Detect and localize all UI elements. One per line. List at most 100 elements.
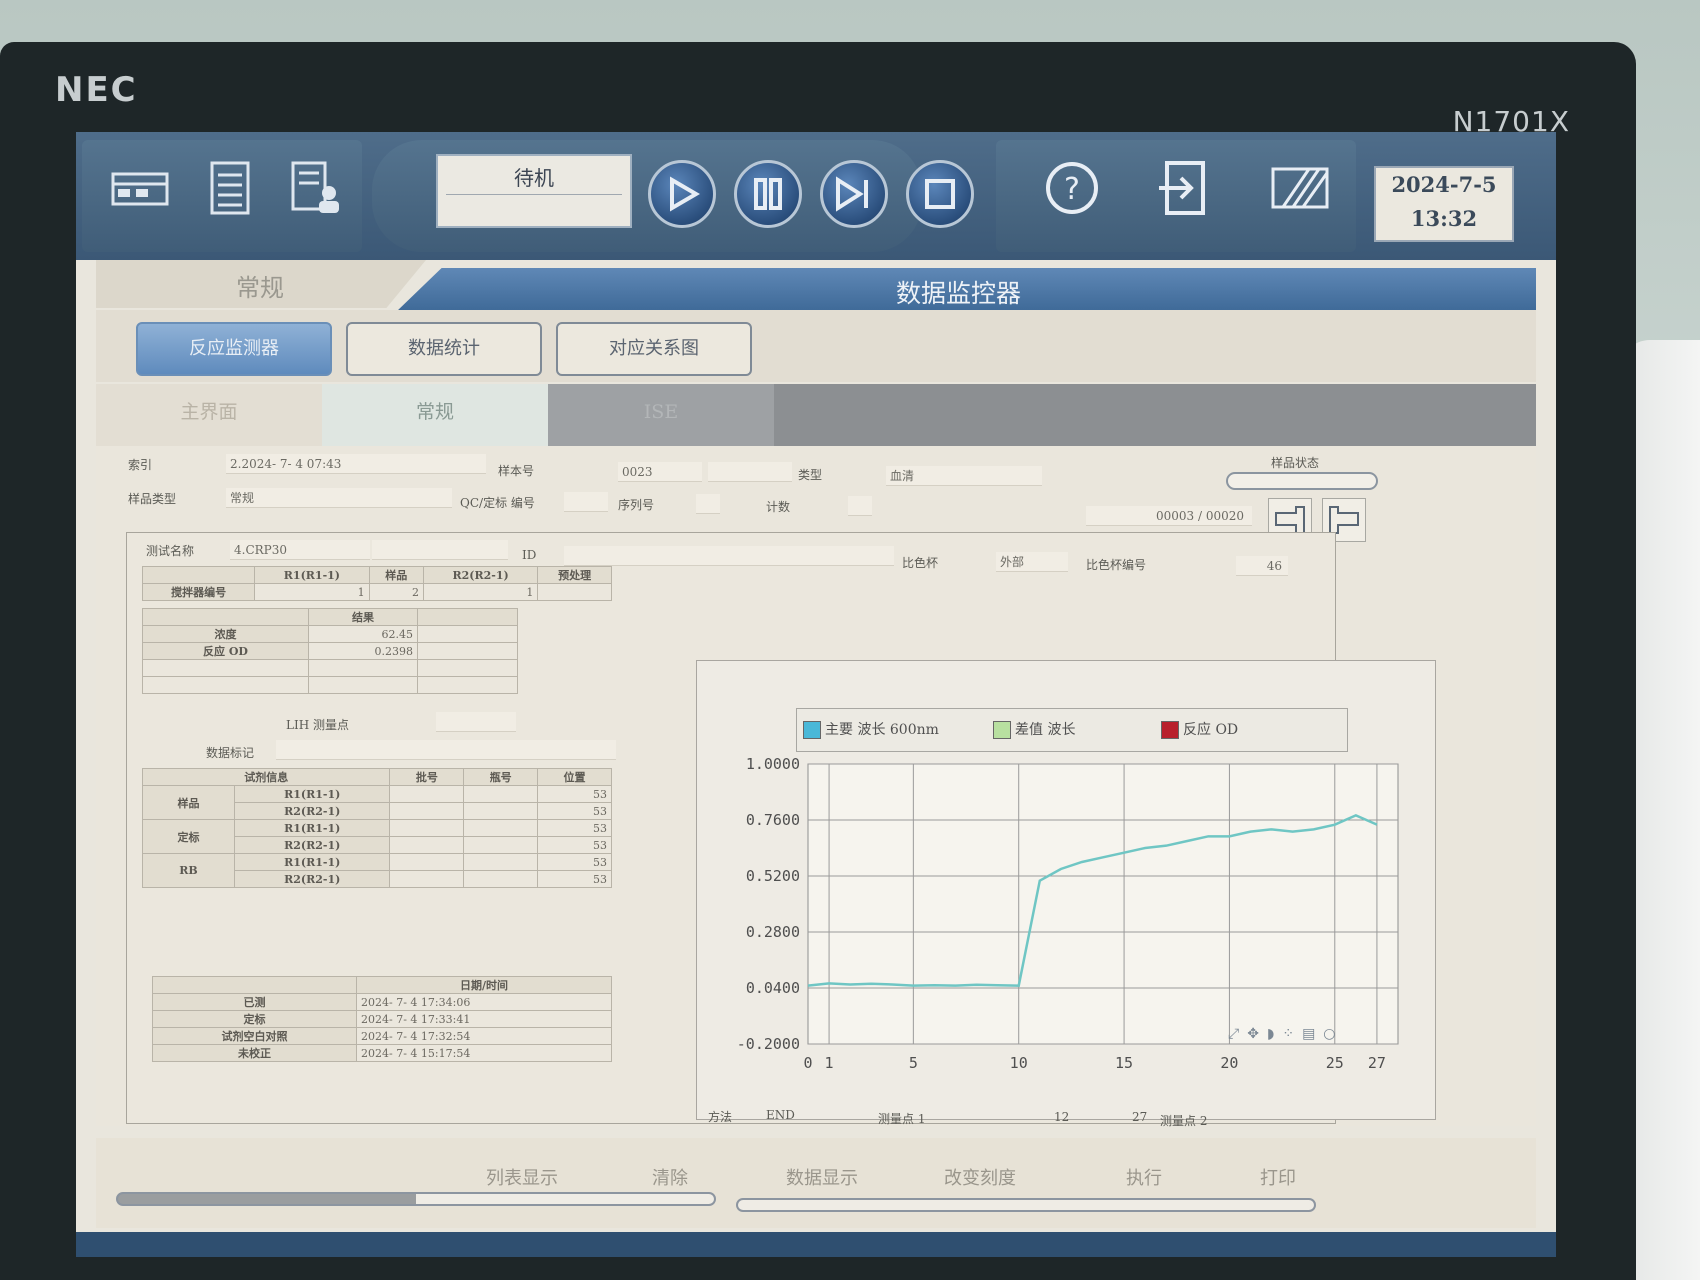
maintenance-button[interactable]: [1264, 152, 1336, 224]
reagent-lot: [389, 802, 465, 820]
result-header: 结果: [308, 608, 418, 626]
result-value: 62.45: [308, 625, 418, 643]
reagent-header-position: 位置: [537, 768, 612, 786]
sample-no-field[interactable]: 0023: [618, 462, 702, 482]
scatter-icon[interactable]: ⁘: [1282, 1026, 1302, 1042]
datetime-value: 2024- 7- 4 17:34:06: [356, 993, 612, 1011]
result-header-extra: [417, 608, 518, 626]
datetime-value: 2024- 7- 4 17:32:54: [356, 1027, 612, 1045]
result-value: 0.2398: [308, 642, 418, 660]
change-scale-button[interactable]: 改变刻度: [944, 1164, 1016, 1190]
legend-difference-swatch: [993, 721, 1011, 739]
seq-field[interactable]: [696, 494, 720, 514]
system-overview-button[interactable]: [104, 152, 176, 224]
logout-button[interactable]: [1148, 152, 1220, 224]
legend-od[interactable]: 反应 OD: [1161, 719, 1238, 739]
step-forward-button[interactable]: [820, 160, 888, 228]
stop-button[interactable]: [906, 160, 974, 228]
status-bar: [76, 1232, 1556, 1257]
x-tick-label: 27: [1368, 1054, 1386, 1072]
tab-data-statistics[interactable]: 数据统计: [346, 322, 542, 376]
result-empty-cell: [308, 659, 418, 677]
zoom-icon[interactable]: ⤢: [1228, 1026, 1247, 1042]
circle-icon[interactable]: ○: [1323, 1026, 1343, 1042]
stirrer-header-blank: [141, 566, 256, 584]
arc-icon[interactable]: ◗: [1267, 1026, 1282, 1042]
help-button[interactable]: ?: [1036, 152, 1108, 224]
list-view-button[interactable]: [194, 152, 266, 224]
reagent-bottle: [463, 853, 539, 871]
sample-type-field[interactable]: 常规: [226, 488, 452, 508]
result-table: 结果 浓度 62.45 反应 OD 0.2398: [142, 608, 518, 694]
tab-correlation-chart[interactable]: 对应关系图: [556, 322, 752, 376]
tab-routine[interactable]: 常规: [322, 384, 548, 446]
top-toolbar: 待机 ? 2024-7-5 13:32: [76, 132, 1556, 260]
tab-main[interactable]: 主界面: [96, 384, 322, 446]
reagent-lot: [389, 870, 465, 888]
skip-next-icon: [836, 176, 868, 212]
type-field[interactable]: 血清: [886, 466, 1042, 486]
tab-ise[interactable]: ISE: [548, 384, 774, 446]
table-icon[interactable]: ▤: [1302, 1026, 1323, 1042]
legend-od-label: 反应 OD: [1183, 722, 1239, 738]
reagent-header-lot: 批号: [389, 768, 465, 786]
reagent-lot: [389, 853, 465, 871]
reagent-bottle: [463, 802, 539, 820]
execute-button[interactable]: 执行: [1126, 1164, 1162, 1190]
qc-field[interactable]: [564, 492, 608, 512]
sample-no-extra-field[interactable]: [708, 462, 792, 482]
legend-primary[interactable]: 主要 波长 600nm: [803, 719, 939, 739]
datetime-value: 2024- 7- 4 15:17:54: [356, 1044, 612, 1062]
chart-toolbar[interactable]: ⤢✥◗⁘▤○: [1228, 1026, 1344, 1042]
result-extra: [417, 642, 518, 660]
clear-button[interactable]: 清除: [652, 1164, 688, 1190]
system-status: 待机: [514, 166, 554, 190]
reaction-chart: 1.00000.76000.52000.28000.0400-0.20000 1 5…: [737, 756, 1399, 1072]
qc-label: QC/定标 编号: [460, 496, 535, 510]
reagent-row: R2(R2-1): [233, 836, 391, 854]
stop-icon: [925, 179, 955, 209]
page-header: 数据监控器: [396, 268, 1536, 312]
cup-field[interactable]: 外部: [996, 552, 1068, 572]
current-date: 2024-7-5: [1391, 172, 1497, 197]
reagent-row: R2(R2-1): [233, 870, 391, 888]
reagent-bottle: [463, 836, 539, 854]
data-display-button[interactable]: 数据显示: [786, 1164, 858, 1190]
pause-button[interactable]: [734, 160, 802, 228]
datetime-display: 2024-7-5 13:32: [1374, 166, 1514, 242]
id-field[interactable]: [564, 546, 894, 566]
analyzer-icon: [111, 172, 169, 206]
play-icon: [670, 176, 700, 212]
reagent-position: 53: [537, 802, 612, 820]
tab-reaction-monitor[interactable]: 反应监测器: [136, 322, 332, 376]
stirrer-row-label: 搅拌器编号: [141, 583, 256, 601]
reagent-table: 试剂信息 批号 瓶号 位置 样品 R1(R1-1) 53 R2(R2-1) 53 定标…: [141, 768, 612, 888]
legend-primary-swatch: [803, 721, 821, 739]
test-name-label: 测试名称: [146, 544, 195, 558]
action-group-left: [116, 1192, 716, 1206]
chart-legend: 主要 波长 600nm 差值 波长 反应 OD: [796, 708, 1348, 752]
cup-no-field[interactable]: 46: [1236, 556, 1288, 576]
id-label: ID: [522, 548, 537, 562]
reagent-bottle: [463, 870, 539, 888]
legend-difference[interactable]: 差值 波长: [993, 719, 1075, 739]
y-tick-label: 0.0400: [746, 979, 800, 997]
print-button[interactable]: 打印: [1260, 1164, 1296, 1190]
reagent-group-sample: 样品: [142, 785, 235, 820]
reagent-row: R2(R2-1): [233, 802, 391, 820]
x-tick-label: 15: [1115, 1054, 1133, 1072]
list-display-button[interactable]: 列表显示: [486, 1164, 558, 1190]
patient-list-button[interactable]: [280, 152, 352, 224]
start-button[interactable]: [648, 160, 716, 228]
drag-icon[interactable]: ✥: [1247, 1026, 1267, 1042]
data-mark-label: 数据标记: [206, 746, 255, 760]
record-position: 00003 / 00020: [1086, 506, 1252, 526]
stripes-icon: [1271, 167, 1329, 209]
point2-label: 测量点 2: [1160, 1114, 1208, 1128]
index-field[interactable]: 2.2024- 7- 4 07:43: [226, 454, 486, 474]
test-name-field[interactable]: 4.CRP30: [230, 540, 370, 560]
svg-text:?: ?: [1064, 172, 1080, 207]
count-field[interactable]: [848, 496, 872, 516]
reagent-lot: [389, 785, 465, 803]
lih-label: LIH 测量点: [286, 718, 349, 732]
